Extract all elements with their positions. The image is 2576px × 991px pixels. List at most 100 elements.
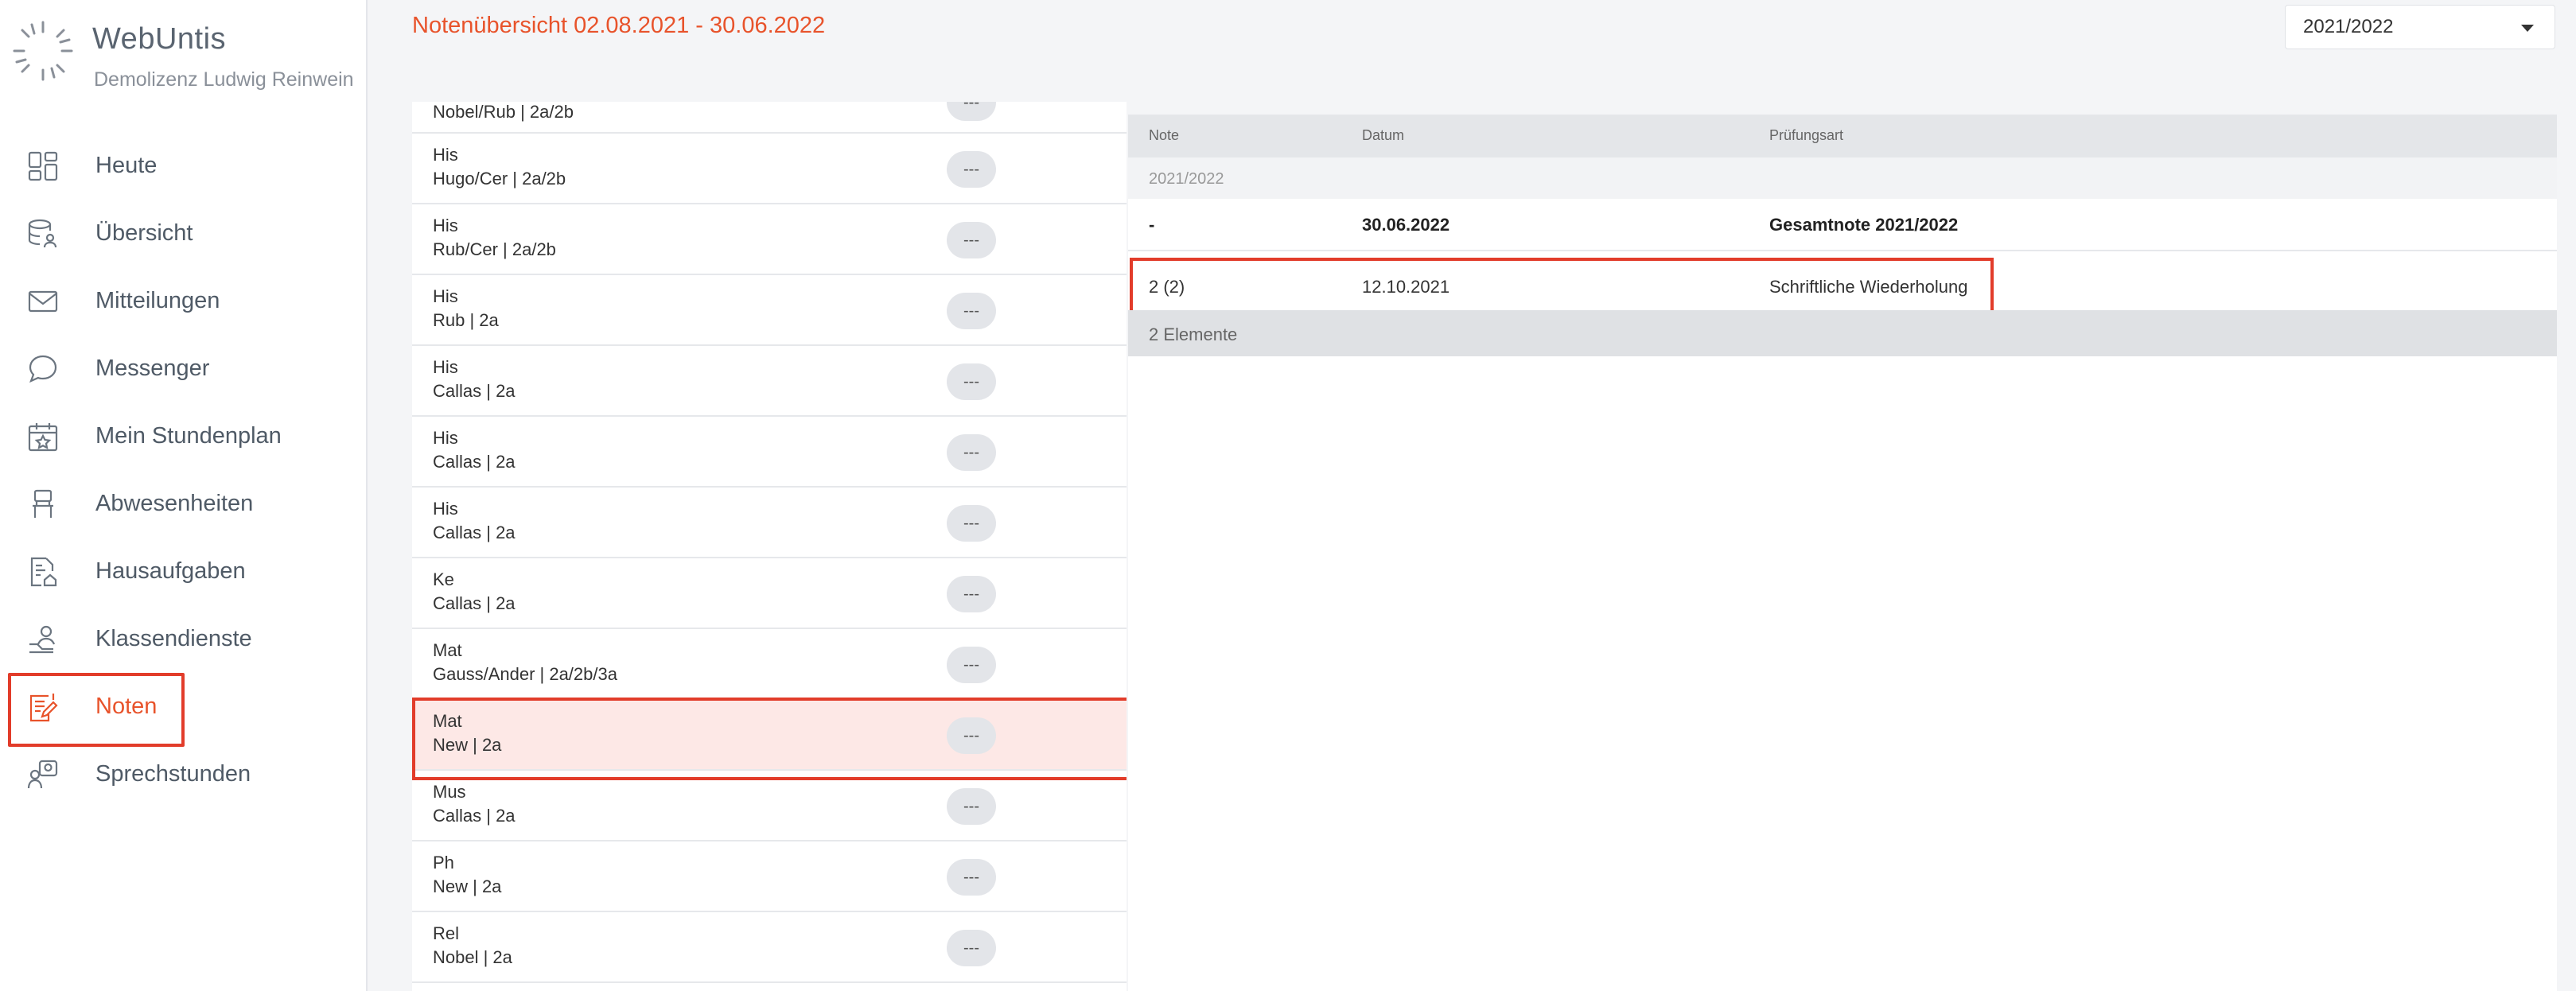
brand-subtitle: Demolizenz Ludwig Reinwein	[94, 68, 354, 91]
subject-teacher: Nobel/Rub | 2a/2b	[433, 102, 574, 122]
grade-document-icon	[25, 690, 60, 725]
subject-teacher: Callas | 2a	[433, 523, 516, 542]
sidebar-item-label: Übersicht	[95, 220, 193, 246]
sidebar-nav: Heute Übersicht Mitteilungen Messenger M…	[0, 132, 366, 808]
subject-name: Rel	[433, 923, 460, 943]
document-house-icon	[25, 554, 60, 589]
subject-list: Nobel/Rub | 2a/2b --- His Hugo/Cer | 2a/…	[412, 102, 1127, 991]
sidebar-item-label: Noten	[95, 694, 158, 719]
column-header-datum[interactable]: Datum	[1362, 127, 1404, 144]
sidebar-item-mein-stundenplan[interactable]: Mein Stundenplan	[0, 402, 366, 470]
sidebar-item-sprechstunden[interactable]: Sprechstunden	[0, 740, 366, 808]
subject-row[interactable]: His Callas | 2a ---	[412, 346, 1127, 417]
sidebar-item-label: Heute	[95, 153, 158, 178]
subject-row[interactable]: Ke Callas | 2a ---	[412, 558, 1127, 629]
grade-badge: ---	[947, 647, 996, 683]
column-header-pruefungsart[interactable]: Prüfungsart	[1769, 127, 1843, 144]
database-user-icon	[25, 216, 60, 251]
sidebar-item-label: Mitteilungen	[95, 288, 220, 313]
subject-teacher: Rub | 2a	[433, 310, 499, 330]
total-datum: 30.06.2022	[1362, 215, 1450, 235]
subject-name: His	[433, 145, 458, 165]
subject-name: Mat	[433, 711, 462, 731]
subject-row[interactable]: Nobel/Rub | 2a/2b ---	[412, 102, 1127, 134]
year-group-label: 2021/2022	[1149, 170, 1224, 188]
grade-badge: ---	[947, 930, 996, 966]
subject-row[interactable]: Ph New | 2a ---	[412, 841, 1127, 912]
subject-name: Ke	[433, 569, 454, 589]
subject-row[interactable]: Rel Nobel | 2a ---	[412, 912, 1127, 983]
dashboard-icon	[25, 149, 60, 184]
sidebar-item-label: Hausaufgaben	[95, 558, 246, 584]
chair-icon	[25, 487, 60, 522]
subject-teacher: Callas | 2a	[433, 593, 516, 613]
subject-teacher: Callas | 2a	[433, 452, 516, 472]
school-year-select-value: 2021/2022	[2303, 16, 2394, 37]
column-header-note[interactable]: Note	[1149, 127, 1179, 144]
grade-badge: ---	[947, 222, 996, 258]
sidebar-item-mitteilungen[interactable]: Mitteilungen	[0, 267, 366, 335]
grade-badge: ---	[947, 434, 996, 471]
consultation-icon	[25, 757, 60, 792]
subject-teacher: New | 2a	[433, 876, 502, 896]
subject-name: His	[433, 499, 458, 519]
grade-badge: ---	[947, 717, 996, 754]
total-note: -	[1149, 215, 1155, 235]
chat-bubble-icon	[25, 352, 60, 387]
grade-badge: ---	[947, 293, 996, 329]
grade-badge: ---	[947, 151, 996, 188]
grade-badge: ---	[947, 859, 996, 896]
sidebar-item-hausaufgaben[interactable]: Hausaufgaben	[0, 538, 366, 605]
sidebar: WebUntis Demolizenz Ludwig Reinwein Heut…	[0, 0, 368, 991]
grade-badge: ---	[947, 102, 996, 121]
subject-name: Mat	[433, 640, 462, 660]
person-service-icon	[25, 622, 60, 657]
sidebar-item-heute[interactable]: Heute	[0, 132, 366, 200]
subject-name: Ph	[433, 853, 454, 872]
subject-name: His	[433, 286, 458, 306]
subject-name: His	[433, 357, 458, 377]
grade-badge: ---	[947, 363, 996, 400]
sidebar-item-label: Sprechstunden	[95, 761, 251, 787]
table-footer: 2 Elemente	[1128, 310, 2557, 356]
grade-badge: ---	[947, 576, 996, 612]
subject-row[interactable]: Mat Gauss/Ander | 2a/2b/3a ---	[412, 629, 1127, 700]
sidebar-item-label: Mein Stundenplan	[95, 423, 282, 449]
subject-teacher: New | 2a	[433, 735, 502, 755]
element-count: 2 Elemente	[1149, 325, 1238, 344]
sidebar-item-messenger[interactable]: Messenger	[0, 335, 366, 402]
subject-row[interactable]: Mus Callas | 2a ---	[412, 771, 1127, 841]
school-year-select[interactable]: 2021/2022	[2285, 5, 2555, 49]
subject-teacher: Gauss/Ander | 2a/2b/3a	[433, 664, 617, 684]
subject-row[interactable]: His Rub | 2a ---	[412, 275, 1127, 346]
sidebar-item-uebersicht[interactable]: Übersicht	[0, 200, 366, 267]
sidebar-item-label: Messenger	[95, 356, 210, 381]
brand[interactable]: WebUntis Demolizenz Ludwig Reinwein	[11, 16, 361, 95]
grade-badge: ---	[947, 788, 996, 825]
webuntis-logo-icon	[13, 21, 73, 81]
subject-teacher: Hugo/Cer | 2a/2b	[433, 169, 566, 188]
subject-name: His	[433, 428, 458, 448]
chevron-down-icon	[2521, 25, 2534, 32]
row-highlight-box	[1130, 258, 1994, 315]
subject-row[interactable]: His Hugo/Cer | 2a/2b ---	[412, 134, 1127, 204]
subject-teacher: Callas | 2a	[433, 806, 516, 826]
calendar-star-icon	[25, 419, 60, 454]
subject-row[interactable]: His Callas | 2a ---	[412, 417, 1127, 488]
sidebar-item-label: Klassendienste	[95, 626, 252, 651]
sidebar-item-klassendienste[interactable]: Klassendienste	[0, 605, 366, 673]
grade-badge: ---	[947, 505, 996, 542]
brand-title: WebUntis	[92, 22, 227, 56]
year-group-row: 2021/2022	[1128, 157, 2557, 199]
subject-row[interactable]: His Rub/Cer | 2a/2b ---	[412, 204, 1127, 275]
total-grade-row: - 30.06.2022 Gesamtnote 2021/2022	[1128, 199, 2557, 251]
sidebar-item-abwesenheiten[interactable]: Abwesenheiten	[0, 470, 366, 538]
subject-row[interactable]: His Callas | 2a ---	[412, 488, 1127, 558]
sidebar-item-noten[interactable]: Noten	[0, 673, 366, 747]
subject-teacher: Rub/Cer | 2a/2b	[433, 239, 556, 259]
grade-detail-table: Note Datum Prüfungsart 2021/2022 - 30.06…	[1128, 115, 2557, 991]
subject-row-selected[interactable]: Mat New | 2a ---	[412, 698, 1127, 780]
page-title: Notenübersicht 02.08.2021 - 30.06.2022	[412, 13, 826, 38]
subject-teacher: Callas | 2a	[433, 381, 516, 401]
total-pruefungsart: Gesamtnote 2021/2022	[1769, 215, 1959, 235]
